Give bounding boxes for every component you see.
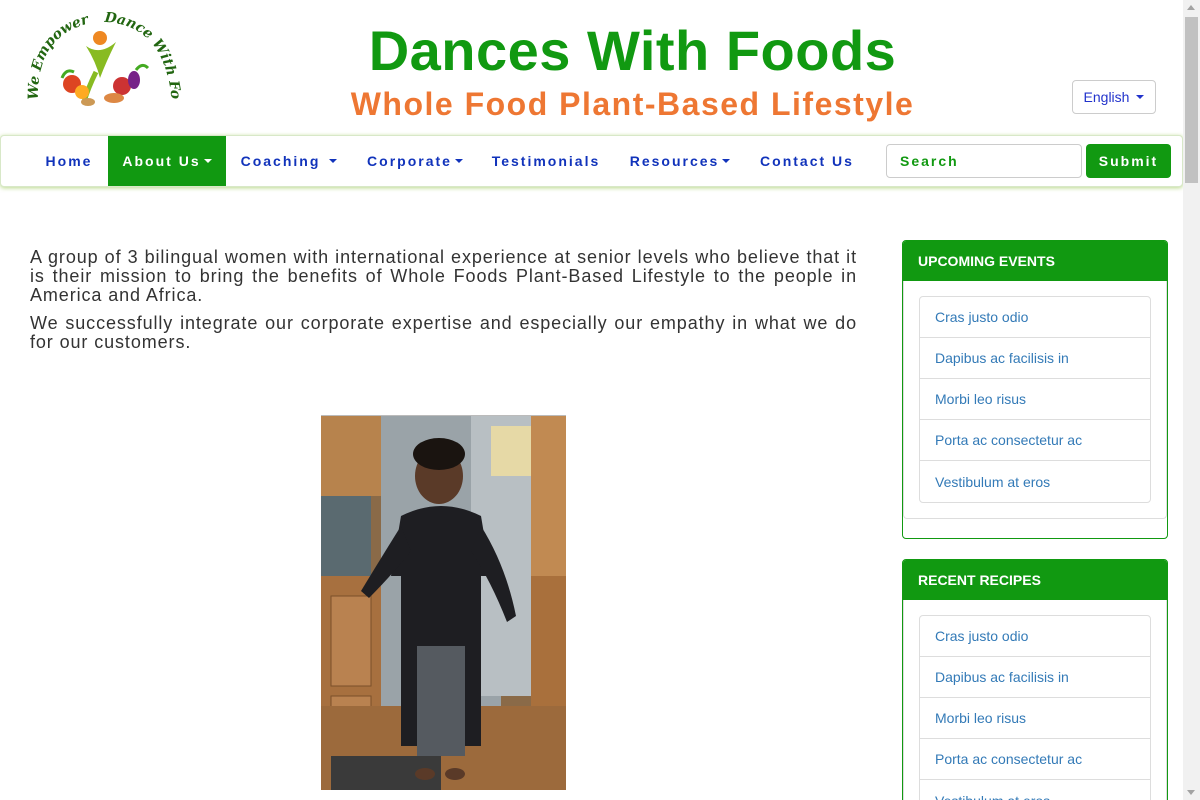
nav-corporate-label: Corporate bbox=[367, 153, 452, 169]
about-paragraph: A group of 3 bilingual women with intern… bbox=[30, 247, 857, 305]
nav-resources-label: Resources bbox=[629, 153, 720, 169]
scrollbar-thumb[interactable] bbox=[1185, 17, 1198, 183]
language-label: English bbox=[1083, 89, 1130, 105]
chevron-down-icon bbox=[722, 159, 731, 163]
nav-corporate[interactable]: Corporate bbox=[352, 136, 478, 186]
nav-about-us[interactable]: About Us bbox=[108, 136, 226, 186]
language-dropdown[interactable]: English bbox=[1072, 80, 1156, 114]
recipe-item[interactable]: Dapibus ac facilisis in bbox=[920, 657, 1150, 698]
about-text: A group of 3 bilingual women with intern… bbox=[30, 248, 857, 361]
main-navbar: Home About Us Coaching Corporate Testimo… bbox=[0, 135, 1183, 187]
upcoming-events-body: Cras justo odio Dapibus ac facilisis in … bbox=[903, 281, 1167, 519]
nav-contact-us[interactable]: Contact Us bbox=[747, 136, 867, 186]
recent-recipes-body: Cras justo odio Dapibus ac facilisis in … bbox=[903, 600, 1167, 800]
team-member-photo bbox=[321, 415, 566, 790]
nav-testimonials-label: Testimonials bbox=[491, 153, 601, 169]
nav-resources[interactable]: Resources bbox=[614, 136, 746, 186]
scroll-up-icon[interactable] bbox=[1187, 5, 1195, 10]
recipe-item[interactable]: Cras justo odio bbox=[920, 616, 1150, 657]
nav-home[interactable]: Home bbox=[31, 136, 107, 186]
page-scrollbar[interactable] bbox=[1183, 0, 1200, 800]
recipe-item[interactable]: Vestibulum at eros bbox=[920, 780, 1150, 800]
recipe-item[interactable]: Porta ac consectetur ac bbox=[920, 739, 1150, 780]
recent-recipes-list: Cras justo odio Dapibus ac facilisis in … bbox=[919, 615, 1151, 800]
event-item[interactable]: Dapibus ac facilisis in bbox=[920, 338, 1150, 379]
upcoming-events-panel: UPCOMING EVENTS Cras justo odio Dapibus … bbox=[902, 240, 1168, 539]
scroll-down-icon[interactable] bbox=[1187, 790, 1195, 795]
recent-recipes-heading: RECENT RECIPES bbox=[903, 560, 1167, 600]
nav-testimonials[interactable]: Testimonials bbox=[479, 136, 613, 186]
event-item[interactable]: Cras justo odio bbox=[920, 297, 1150, 338]
about-paragraph: We successfully integrate our corporate … bbox=[30, 313, 857, 352]
site-subtitle: Whole Food Plant-Based Lifestyle bbox=[350, 86, 915, 122]
site-title: Dances With Foods bbox=[368, 19, 897, 82]
nav-coaching-label: Coaching bbox=[240, 153, 321, 169]
upcoming-events-heading: UPCOMING EVENTS bbox=[903, 241, 1167, 281]
chevron-down-icon bbox=[329, 159, 338, 163]
nav-contact-us-label: Contact Us bbox=[760, 153, 854, 169]
chevron-down-icon bbox=[1136, 95, 1145, 99]
event-item[interactable]: Morbi leo risus bbox=[920, 379, 1150, 420]
search-input[interactable] bbox=[886, 144, 1082, 178]
nav-about-us-label: About Us bbox=[122, 153, 201, 169]
nav-home-label: Home bbox=[45, 153, 93, 169]
chevron-down-icon bbox=[454, 159, 463, 163]
recent-recipes-panel: RECENT RECIPES Cras justo odio Dapibus a… bbox=[902, 559, 1168, 800]
chevron-down-icon bbox=[203, 159, 212, 163]
submit-button[interactable]: Submit bbox=[1086, 144, 1171, 178]
recipe-item[interactable]: Morbi leo risus bbox=[920, 698, 1150, 739]
event-item[interactable]: Vestibulum at eros bbox=[920, 461, 1150, 502]
event-item[interactable]: Porta ac consectetur ac bbox=[920, 420, 1150, 461]
nav-coaching[interactable]: Coaching bbox=[227, 136, 351, 186]
upcoming-events-list: Cras justo odio Dapibus ac facilisis in … bbox=[919, 296, 1151, 503]
